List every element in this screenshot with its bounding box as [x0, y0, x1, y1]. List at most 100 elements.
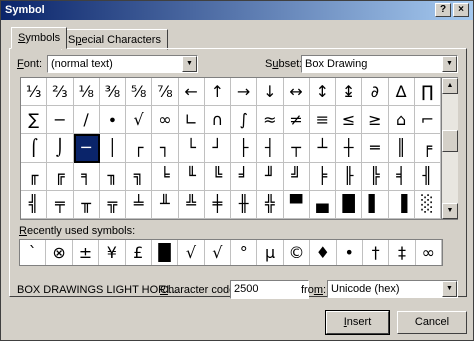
symbol-cell[interactable]: ╖ [99, 162, 126, 191]
recent-symbol-cell[interactable]: ∞ [416, 240, 442, 265]
symbol-cell[interactable]: ╞ [309, 162, 336, 191]
symbol-cell[interactable]: √ [126, 106, 153, 135]
recent-symbol-cell[interactable]: ‡ [389, 240, 416, 265]
symbol-grid-scrollbar[interactable]: ▲ ▼ [442, 77, 458, 220]
recent-symbol-cell[interactable]: █ [152, 240, 179, 265]
symbol-cell[interactable]: ╜ [257, 162, 284, 191]
subset-select[interactable]: Box Drawing ▼ [301, 55, 458, 73]
recent-symbol-cell[interactable]: √ [205, 240, 231, 265]
symbol-cell[interactable]: ⌡ [47, 134, 74, 163]
symbol-cell[interactable]: ╦ [99, 190, 126, 219]
symbol-cell[interactable]: ≈ [257, 106, 284, 135]
symbol-cell[interactable]: ┼ [336, 134, 363, 163]
symbol-cell[interactable]: ┘ [204, 134, 231, 163]
symbol-cell[interactable]: ▄ [309, 190, 336, 219]
symbol-cell[interactable]: ⅔ [47, 78, 74, 107]
recent-symbol-cell[interactable]: † [363, 240, 390, 265]
symbol-cell[interactable]: ╓ [21, 162, 48, 191]
help-button[interactable]: ? [435, 3, 451, 17]
symbol-cell[interactable]: ≠ [283, 106, 310, 135]
recent-symbol-cell[interactable]: µ [257, 240, 284, 265]
recent-symbol-cell[interactable]: • [337, 240, 363, 265]
recent-symbol-cell[interactable]: √ [178, 240, 205, 265]
symbol-cell[interactable]: ├ [231, 134, 258, 163]
symbol-cell[interactable]: ⅞ [152, 78, 179, 107]
symbol-cell[interactable]: ╫ [231, 190, 258, 219]
symbol-grid[interactable]: ⅓ ⅔ ⅛ ⅜ ⅝ ⅞ ← ↑ → ↓ ↔ ↕ ↨ ∂ ∆ ∏ ∑ − ∕ ∙ √ ∞ ∟ ∩ ∫ ≈ ≠ ≡ ≤ ≥ ⌂ ⌐ ⌠ ⌡ ─ │ ┌ ┐ └ ┘… [20, 77, 442, 220]
symbol-cell[interactable]: │ [99, 134, 126, 163]
symbol-cell[interactable]: ▀ [283, 190, 310, 219]
symbol-cell[interactable]: ╕ [73, 162, 100, 191]
symbol-cell[interactable]: ↨ [336, 78, 363, 107]
scroll-up-icon[interactable]: ▲ [442, 78, 458, 94]
symbol-cell[interactable]: ≤ [336, 106, 363, 135]
symbol-cell[interactable]: ∩ [204, 106, 231, 135]
symbol-cell[interactable]: ┴ [309, 134, 336, 163]
symbol-cell[interactable]: █ [336, 190, 363, 219]
symbol-cell[interactable]: ⌠ [21, 134, 48, 163]
symbol-cell[interactable]: ╒ [414, 134, 441, 163]
symbol-cell[interactable]: ╛ [231, 162, 258, 191]
symbol-cell[interactable]: ∟ [178, 106, 205, 135]
symbol-cell[interactable]: ← [178, 78, 205, 107]
close-button[interactable]: × [453, 3, 469, 17]
symbol-cell[interactable]: ⅓ [21, 78, 48, 107]
symbol-cell[interactable]: ∙ [99, 106, 126, 135]
symbol-cell[interactable]: ↕ [309, 78, 336, 107]
symbol-cell[interactable]: ↓ [257, 78, 284, 107]
symbol-cell[interactable]: ╘ [152, 162, 179, 191]
from-select[interactable]: Unicode (hex) ▼ [327, 280, 458, 298]
symbol-cell[interactable]: ⌐ [414, 106, 441, 135]
symbol-cell[interactable]: ╙ [178, 162, 205, 191]
symbol-cell[interactable]: ↔ [283, 78, 310, 107]
tab-special-characters[interactable]: Special Characters [61, 29, 168, 50]
symbol-cell[interactable]: ╔ [47, 162, 74, 191]
recent-symbols[interactable]: ` ⊗ ± ¥ £ █ √ √ ° µ © ♦ • † ‡ ∞ [19, 239, 443, 266]
symbol-cell[interactable]: ∂ [362, 78, 389, 107]
symbol-cell[interactable]: ∏ [414, 78, 441, 107]
scroll-down-icon[interactable]: ▼ [442, 203, 458, 219]
symbol-cell[interactable]: ▐ [388, 190, 415, 219]
recent-symbol-cell[interactable]: ± [73, 240, 100, 265]
symbol-cell[interactable]: ╗ [126, 162, 153, 191]
symbol-cell[interactable]: ░ [414, 190, 441, 219]
symbol-cell[interactable]: ╠ [362, 162, 389, 191]
symbol-cell[interactable]: → [231, 78, 258, 107]
symbol-cell[interactable]: ╨ [152, 190, 179, 219]
insert-button[interactable]: Insert [325, 310, 390, 335]
symbol-cell[interactable]: ≡ [309, 106, 336, 135]
symbol-cell[interactable]: ⅛ [73, 78, 100, 107]
cancel-button[interactable]: Cancel [397, 311, 467, 334]
symbol-cell[interactable]: ∆ [388, 78, 415, 107]
tab-symbols[interactable]: Symbols [11, 27, 68, 49]
symbol-cell[interactable]: ╡ [388, 162, 415, 191]
symbol-cell[interactable]: └ [178, 134, 205, 163]
symbol-cell[interactable]: ╟ [336, 162, 363, 191]
symbol-cell[interactable]: ┬ [283, 134, 310, 163]
symbol-cell[interactable]: ┤ [257, 134, 284, 163]
symbol-cell[interactable]: ┐ [152, 134, 179, 163]
symbol-cell[interactable]: ▌ [362, 190, 389, 219]
symbol-cell[interactable]: − [47, 106, 74, 135]
symbol-cell[interactable]: ─ [73, 134, 100, 163]
recent-symbol-cell[interactable]: ⊗ [46, 240, 73, 265]
symbol-cell[interactable]: ┌ [126, 134, 153, 163]
symbol-cell[interactable]: ∕ [73, 106, 100, 135]
symbol-cell[interactable]: ╝ [283, 162, 310, 191]
font-select[interactable]: (normal text) ▼ [47, 55, 198, 73]
recent-symbol-cell[interactable]: ° [231, 240, 258, 265]
symbol-cell[interactable]: ╤ [47, 190, 74, 219]
symbol-cell[interactable]: ⌂ [388, 106, 415, 135]
recent-symbol-cell[interactable]: ♦ [310, 240, 337, 265]
symbol-cell[interactable]: ∑ [21, 106, 48, 135]
symbol-cell[interactable]: ╥ [73, 190, 100, 219]
symbol-cell[interactable]: ╢ [414, 162, 441, 191]
symbol-cell[interactable]: ╬ [257, 190, 284, 219]
character-code-input[interactable]: 2500 [230, 280, 309, 299]
symbol-cell[interactable]: ╣ [21, 190, 48, 219]
symbol-cell[interactable]: ↑ [204, 78, 231, 107]
symbol-cell[interactable]: ≥ [362, 106, 389, 135]
symbol-cell[interactable]: ╚ [204, 162, 231, 191]
scroll-thumb[interactable] [442, 130, 458, 152]
recent-symbol-cell[interactable]: £ [126, 240, 152, 265]
